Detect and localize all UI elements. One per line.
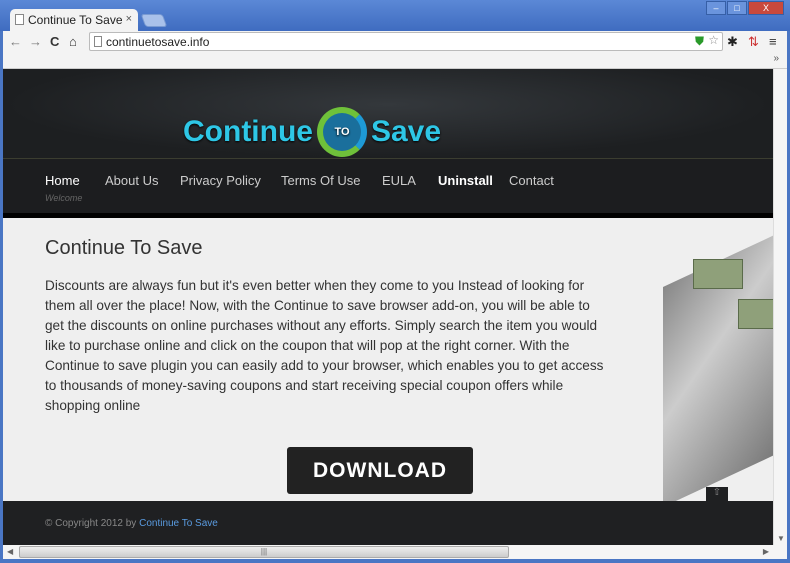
footer-link[interactable]: Continue To Save — [139, 518, 218, 529]
gear-icon[interactable]: ✱ — [727, 34, 738, 50]
footer: © Copyright 2012 by Continue To Save — [3, 501, 773, 545]
forward-icon[interactable]: → — [29, 34, 42, 49]
horizontal-scrollbar[interactable]: ◀ ||| ▶ — [3, 545, 787, 559]
scrollbar-thumb[interactable]: ||| — [19, 546, 509, 558]
nav-eula[interactable]: EULA — [382, 173, 416, 188]
maximize-button[interactable]: □ — [727, 1, 747, 15]
home-icon[interactable]: ⌂ — [69, 34, 77, 49]
tab-active[interactable]: Continue To Save × — [10, 9, 138, 31]
bookmarks-bar: » — [3, 53, 787, 69]
url-text: continuetosave.info — [106, 35, 210, 49]
logo-circle: TO — [316, 107, 367, 157]
page-icon — [15, 14, 24, 25]
logo-text-middle: TO — [334, 126, 350, 138]
logo[interactable]: Continue TO Save — [183, 107, 441, 157]
tab-bar: Continue To Save × – □ X — [0, 0, 790, 31]
back-to-top-button[interactable]: ⇧ — [706, 487, 728, 501]
money-image — [738, 299, 773, 329]
close-window-button[interactable]: X — [748, 1, 784, 15]
address-bar[interactable]: continuetosave.info ⛊ ☆ — [89, 32, 723, 51]
nav-contact[interactable]: Contact — [509, 173, 554, 188]
new-tab-button[interactable] — [140, 14, 168, 27]
nav-about-us[interactable]: About Us — [105, 173, 158, 188]
logo-text-right: Save — [370, 115, 442, 148]
nav-privacy-policy[interactable]: Privacy Policy — [180, 173, 261, 188]
nav-terms-of-use[interactable]: Terms Of Use — [281, 173, 360, 188]
money-image — [693, 259, 743, 289]
bookmarks-more-button[interactable]: » — [773, 53, 779, 64]
scroll-down-icon[interactable]: ▼ — [777, 534, 785, 543]
page-icon — [94, 36, 102, 47]
nav-home[interactable]: Home — [45, 173, 80, 188]
web-page: Continue TO Save Home About Us Privacy Pol… — [3, 69, 773, 545]
menu-icon[interactable]: ≡ — [769, 34, 777, 49]
extension-icon[interactable]: ⇅ — [748, 34, 759, 50]
tab-title: Continue To Save — [28, 13, 123, 27]
scroll-right-icon[interactable]: ▶ — [763, 547, 769, 556]
browser-toolbar: ← → C ⌂ continuetosave.info ⛊ ☆ ✱ ⇅ ≡ — [3, 31, 787, 53]
site-header: Continue TO Save — [3, 69, 773, 158]
description: Discounts are always fun but it's even b… — [45, 278, 604, 413]
nav-subtitle: Welcome — [45, 193, 83, 203]
minimize-button[interactable]: – — [706, 1, 726, 15]
copyright-text: © Copyright 2012 by — [45, 518, 137, 529]
close-tab-icon[interactable]: × — [126, 13, 132, 25]
scroll-left-icon[interactable]: ◀ — [7, 547, 13, 556]
nav-uninstall[interactable]: Uninstall — [438, 173, 493, 188]
reload-icon[interactable]: C — [50, 34, 59, 49]
page-title: Continue To Save — [45, 237, 203, 259]
download-button[interactable]: DOWNLOAD — [287, 447, 473, 494]
logo-text-left: Continue — [183, 115, 313, 148]
back-icon[interactable]: ← — [9, 34, 22, 49]
divider — [3, 213, 773, 218]
main-nav: Home About Us Privacy Policy Terms Of Us… — [3, 158, 773, 213]
shield-icon[interactable]: ⛊ — [695, 34, 704, 49]
vertical-scrollbar[interactable]: ▼ — [773, 69, 787, 545]
star-icon[interactable]: ☆ — [708, 33, 719, 47]
